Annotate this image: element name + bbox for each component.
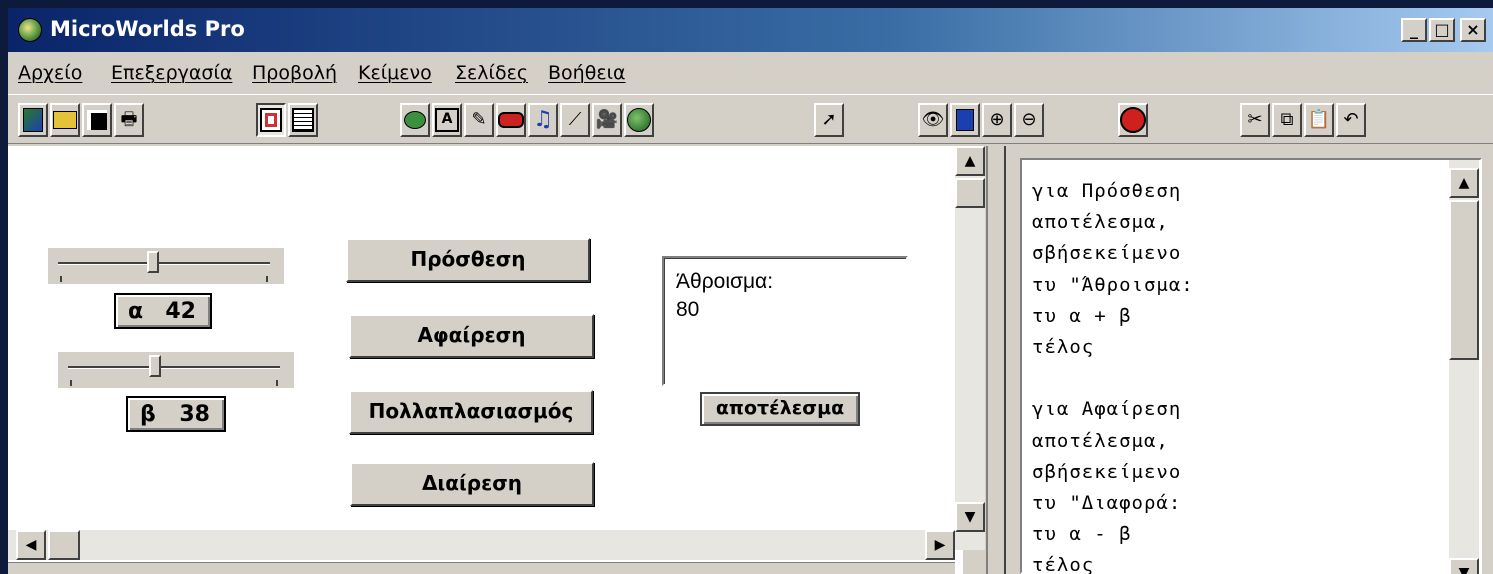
divide-button[interactable]: Διαίρεση — [350, 462, 594, 506]
add-button[interactable]: Πρόσθεση — [346, 238, 590, 282]
text-box-icon[interactable]: A — [432, 103, 462, 137]
page-vertical-scrollbar[interactable]: ▲ ▼ — [955, 146, 985, 550]
menu-bar: Αρχείο Επεξεργασία Προβολή Κείμενο Σελίδ… — [8, 54, 1493, 92]
scroll-right-arrow-icon[interactable]: ▶ — [925, 530, 955, 560]
procedures-scroll-down-arrow-icon[interactable]: ▼ — [1449, 558, 1479, 574]
copy-icon[interactable]: ⧉ — [1272, 103, 1302, 137]
menu-pages[interactable]: Σελίδες — [455, 62, 528, 84]
paste-icon[interactable]: 📋 — [1304, 103, 1334, 137]
undo-icon[interactable]: ↶ — [1336, 103, 1366, 137]
eye-icon[interactable]: 👁 — [918, 103, 948, 137]
new-project-icon[interactable] — [18, 103, 48, 137]
slider-a-name: α — [128, 298, 144, 324]
page-horizontal-scrollbar[interactable]: ◀ ▶ — [8, 530, 955, 560]
procedures-scroll-up-arrow-icon[interactable]: ▲ — [1449, 168, 1479, 198]
microworlds-logo-icon[interactable] — [18, 18, 42, 42]
scroll-thumb-horizontal[interactable] — [48, 530, 80, 560]
window-title: MicroWorlds Pro — [50, 17, 245, 41]
slider-b-readout: β 38 — [126, 396, 226, 432]
print-icon[interactable]: 🖶 — [114, 103, 144, 137]
slider-a-tick-max — [266, 276, 268, 282]
slider-b-body[interactable] — [58, 352, 294, 388]
button-icon[interactable] — [496, 103, 526, 137]
page-view-icon[interactable] — [256, 103, 286, 137]
slider-b-track — [68, 366, 280, 369]
menu-file[interactable]: Αρχείο — [18, 62, 82, 84]
minimize-button[interactable]: _ — [1401, 18, 1427, 42]
procedures-vertical-scrollbar[interactable]: ▲ ▼ — [1449, 160, 1479, 574]
scroll-down-arrow-icon[interactable]: ▼ — [955, 502, 985, 532]
menu-view[interactable]: Προβολή — [252, 62, 337, 84]
paint-icon[interactable]: ✎ — [464, 103, 494, 137]
result-text: Άθροισμα: 80 — [676, 270, 774, 321]
toolbar: 🖶 A ✎ ♫ ⟋ 🎥 ➚ 👁 ⊕ ⊖ ✂ ⧉ 📋 ↶ — [8, 94, 1493, 144]
zoom-out-icon[interactable]: ⊖ — [1014, 103, 1044, 137]
subtract-button[interactable]: Αφαίρεση — [349, 314, 594, 358]
stamp-icon[interactable] — [950, 103, 980, 137]
multiply-button[interactable]: Πολλαπλασιασμός — [349, 390, 593, 434]
menu-text[interactable]: Κείμενο — [358, 62, 432, 84]
pointer-icon[interactable]: ➚ — [814, 103, 844, 137]
slider-b-value: 38 — [179, 401, 210, 427]
slider-a-readout: α 42 — [114, 293, 212, 329]
music-icon[interactable]: ♫ — [528, 103, 558, 137]
procedures-pane[interactable]: για Πρόσθεση αποτέλεσμα, σβήσεκείμενο τυ… — [1020, 158, 1482, 574]
open-folder-icon[interactable] — [50, 103, 80, 137]
slider-a-knob[interactable] — [147, 251, 160, 273]
slider-a-body[interactable] — [48, 248, 284, 284]
slider-icon[interactable]: ⟋ — [560, 103, 590, 137]
title-bar[interactable]: MicroWorlds Pro _ □ × — [8, 8, 1493, 52]
slider-a-tick-min — [60, 276, 62, 282]
result-text-box[interactable]: Άθροισμα: 80 — [662, 256, 908, 386]
video-icon[interactable]: 🎥 — [592, 103, 622, 137]
result-button[interactable]: αποτέλεσμα — [700, 392, 860, 426]
graphics-center-icon[interactable] — [624, 103, 654, 137]
slider-a-track — [58, 262, 270, 265]
close-button[interactable]: × — [1460, 18, 1486, 42]
slider-b-knob[interactable] — [148, 355, 161, 377]
scroll-up-arrow-icon[interactable]: ▲ — [955, 146, 985, 176]
maximize-button[interactable]: □ — [1429, 18, 1455, 42]
status-bar — [8, 562, 955, 574]
slider-b-tick-min — [70, 380, 72, 386]
pane-splitter[interactable] — [986, 146, 1006, 574]
slider-b-tick-max — [276, 380, 278, 386]
slider-a-value: 42 — [165, 298, 196, 324]
procedures-text[interactable]: για Πρόσθεση αποτέλεσμα, σβήσεκείμενο τυ… — [1032, 176, 1194, 574]
slider-b-name: β — [140, 401, 156, 427]
procedures-scroll-thumb[interactable] — [1449, 200, 1479, 360]
app-window: MicroWorlds Pro _ □ × Αρχείο Επεξεργασία… — [8, 8, 1493, 574]
hatch-turtle-icon[interactable] — [400, 103, 430, 137]
cut-icon[interactable]: ✂ — [1240, 103, 1270, 137]
procedures-view-icon[interactable] — [288, 103, 318, 137]
zoom-in-icon[interactable]: ⊕ — [982, 103, 1012, 137]
menu-help[interactable]: Βοήθεια — [548, 62, 626, 84]
scroll-thumb[interactable] — [955, 178, 985, 208]
save-icon[interactable] — [82, 103, 112, 137]
stop-icon[interactable] — [1118, 103, 1148, 137]
menu-edit[interactable]: Επεξεργασία — [111, 62, 232, 84]
scroll-left-arrow-icon[interactable]: ◀ — [16, 530, 46, 560]
